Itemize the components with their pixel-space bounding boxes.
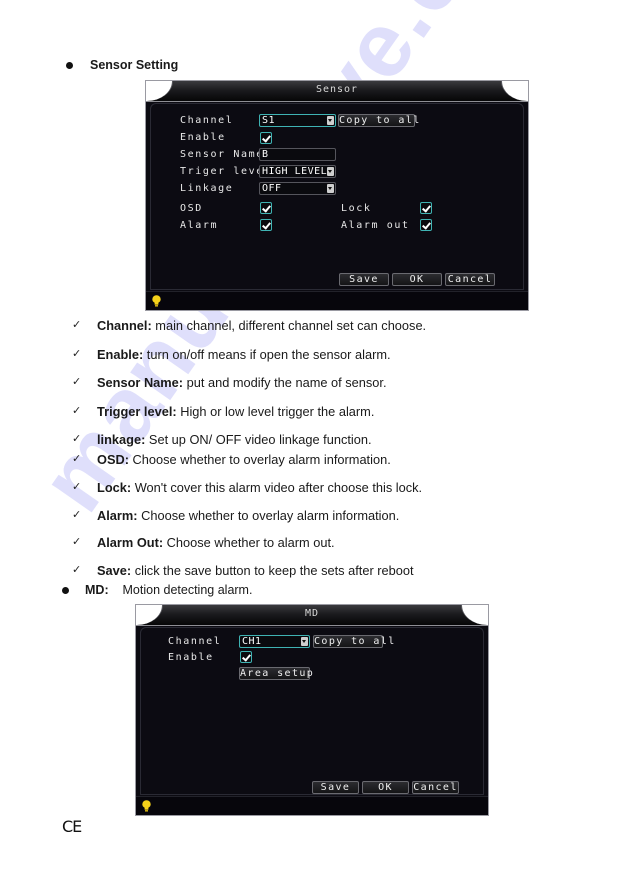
list-item-text: Choose whether to overlay alarm informat… bbox=[137, 508, 400, 523]
list-item-term: OSD: bbox=[97, 452, 129, 467]
list-item-term: Sensor Name: bbox=[97, 375, 184, 390]
dialog-titlebar: MD bbox=[136, 605, 488, 626]
list-item-term: Lock: bbox=[97, 480, 132, 495]
alarm-label: Alarm bbox=[180, 220, 219, 231]
enable-checkbox[interactable] bbox=[260, 132, 272, 144]
sensor-name-label: Sensor Name bbox=[180, 149, 264, 160]
channel-value: S1 bbox=[262, 115, 276, 126]
status-bar bbox=[136, 796, 488, 815]
checkmark-icon: ✓ bbox=[72, 481, 82, 493]
alarm-checkbox[interactable] bbox=[260, 219, 272, 231]
ok-button[interactable]: OK bbox=[392, 273, 442, 286]
sensor-name-input[interactable]: B bbox=[259, 148, 336, 161]
checkmark-icon: ✓ bbox=[72, 405, 82, 417]
section-heading-sensor: Sensor Setting bbox=[90, 58, 179, 72]
list-item-term: Alarm Out: bbox=[97, 535, 164, 550]
cancel-button[interactable]: Cancel bbox=[445, 273, 495, 286]
list-item-term: linkage: bbox=[97, 432, 146, 447]
list-item-text: Choose whether to overlay alarm informat… bbox=[129, 452, 391, 467]
checkmark-icon: ✓ bbox=[72, 319, 82, 331]
osd-label: OSD bbox=[180, 203, 203, 214]
channel-value: CH1 bbox=[242, 636, 262, 647]
enable-checkbox[interactable] bbox=[240, 651, 252, 663]
linkage-value: OFF bbox=[262, 183, 282, 194]
list-item-term: Enable: bbox=[97, 347, 144, 362]
channel-label: Channel bbox=[168, 636, 222, 647]
alarm-out-checkbox[interactable] bbox=[420, 219, 432, 231]
checkmark-icon: ✓ bbox=[72, 536, 82, 548]
trigger-level-select[interactable]: HIGH LEVEL bbox=[259, 165, 336, 178]
trigger-level-label: Triger level bbox=[180, 166, 272, 177]
dialog-title: MD bbox=[304, 608, 320, 619]
list-item-text: Won't cover this alarm video after choos… bbox=[131, 480, 423, 495]
lock-label: Lock bbox=[341, 203, 372, 214]
section-heading-md: MD: Motion detecting alarm. bbox=[85, 583, 252, 597]
ce-mark-logo: CE bbox=[62, 817, 82, 836]
channel-label: Channel bbox=[180, 115, 234, 126]
save-button[interactable]: Save bbox=[339, 273, 389, 286]
enable-label: Enable bbox=[180, 132, 226, 143]
checkmark-icon: ✓ bbox=[72, 453, 82, 465]
enable-label: Enable bbox=[168, 652, 214, 663]
checkmark-icon: ✓ bbox=[72, 509, 82, 521]
ok-button[interactable]: OK bbox=[362, 781, 409, 794]
list-item-text: turn on/off means if open the sensor ala… bbox=[143, 347, 391, 362]
list-item-term: Trigger level: bbox=[97, 404, 177, 419]
copy-to-all-button[interactable]: Copy to all bbox=[313, 635, 394, 648]
list-item-text: Choose whether to alarm out. bbox=[163, 535, 335, 550]
checkmark-icon: ✓ bbox=[72, 433, 82, 445]
checkmark-icon: ✓ bbox=[72, 348, 82, 360]
list-item-text: High or low level trigger the alarm. bbox=[176, 404, 375, 419]
bullet-icon bbox=[62, 587, 69, 594]
md-dialog: MD Channel CH1 Copy to all Enable Area s… bbox=[135, 604, 489, 816]
lightbulb-icon bbox=[152, 295, 161, 307]
osd-checkbox[interactable] bbox=[260, 202, 272, 214]
alarm-out-label: Alarm out bbox=[341, 220, 410, 231]
dialog-titlebar: Sensor bbox=[146, 81, 528, 102]
chevron-down-icon bbox=[327, 167, 334, 176]
trigger-level-value: HIGH LEVEL bbox=[262, 166, 328, 177]
chevron-down-icon bbox=[301, 637, 308, 646]
chevron-down-icon bbox=[327, 184, 334, 193]
bullet-icon bbox=[66, 62, 73, 69]
sensor-dialog: Sensor Channel S1 Copy to all Enable Sen… bbox=[145, 80, 529, 311]
copy-to-all-button[interactable]: Copy to all bbox=[338, 114, 419, 127]
list-item-term: Channel: bbox=[97, 318, 152, 333]
channel-select[interactable]: CH1 bbox=[239, 635, 310, 648]
list-item-text: main channel, different channel set can … bbox=[151, 318, 427, 333]
lightbulb-icon bbox=[142, 800, 151, 812]
chevron-down-icon bbox=[327, 116, 334, 125]
dialog-title: Sensor bbox=[315, 84, 359, 95]
area-setup-button[interactable]: Area setup bbox=[239, 667, 313, 680]
list-item-term: Alarm: bbox=[97, 508, 138, 523]
md-heading-term: MD: bbox=[85, 583, 109, 597]
checkmark-icon: ✓ bbox=[72, 376, 82, 388]
linkage-select[interactable]: OFF bbox=[259, 182, 336, 195]
status-bar bbox=[146, 291, 528, 310]
checkmark-icon: ✓ bbox=[72, 564, 82, 576]
list-item-text: put and modify the name of sensor. bbox=[183, 375, 387, 390]
cancel-button[interactable]: Cancel bbox=[412, 781, 459, 794]
list-item-term: Save: bbox=[97, 563, 132, 578]
md-heading-text: Motion detecting alarm. bbox=[122, 583, 253, 597]
lock-checkbox[interactable] bbox=[420, 202, 432, 214]
list-item-text: Set up ON/ OFF video linkage function. bbox=[145, 432, 372, 447]
channel-select[interactable]: S1 bbox=[259, 114, 336, 127]
linkage-label: Linkage bbox=[180, 183, 234, 194]
list-item-text: click the save button to keep the sets a… bbox=[131, 563, 414, 578]
save-button[interactable]: Save bbox=[312, 781, 359, 794]
